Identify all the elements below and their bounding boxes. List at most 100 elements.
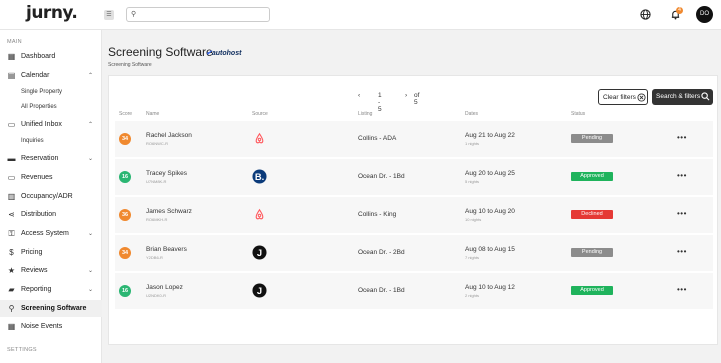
listing-name: Collins - ADA: [358, 135, 397, 142]
revenues-icon: ▭: [7, 173, 16, 182]
guest-name[interactable]: Tracey Spikes: [146, 170, 187, 177]
clear-filters-label: Clear filters: [603, 94, 636, 101]
screening-card: ‹ 1 - 5 › of 5 Clear filters Search & fi…: [108, 75, 718, 345]
guest-name[interactable]: James Schwarz: [146, 208, 192, 215]
sidebar-item-label: Dashboard: [21, 53, 56, 60]
sidebar-subitem-all-properties[interactable]: All Properties: [21, 104, 57, 110]
page-title: Screening Software: [108, 45, 213, 59]
stay-nights: 2 nights: [465, 293, 480, 298]
direct-icon: J: [252, 283, 267, 298]
sidebar-item-unified-inbox[interactable]: ▭ Unified Inbox ⌃: [0, 116, 102, 133]
more-options-icon[interactable]: •••: [677, 171, 687, 180]
sidebar-item-label: Noise Events: [21, 323, 63, 330]
search-icon: ⚲: [8, 304, 15, 313]
stay-dates: Aug 20 to Aug 25: [465, 170, 515, 177]
clear-filters-button[interactable]: Clear filters: [598, 89, 648, 105]
chevron-down-icon: ⌄: [88, 287, 94, 293]
notification-badge: 4: [676, 7, 683, 14]
table-row[interactable]: 16 Jason Lopez U2NDK0-R J Ocean Dr. - 1Bd Aug…: [115, 273, 713, 309]
prev-page-icon[interactable]: ‹: [358, 92, 360, 99]
sidebar-item-reservation[interactable]: ▬ Reservation ⌄: [0, 150, 102, 167]
sidebar-item-label: Occupancy/ADR: [21, 193, 73, 200]
sidebar-item-label: Access System: [21, 230, 69, 237]
more-options-icon[interactable]: •••: [677, 247, 687, 256]
section-label-main: MAIN: [7, 39, 22, 45]
column-header-name: Name: [146, 111, 160, 117]
score-badge: 34: [119, 133, 131, 145]
table-row[interactable]: 34 Brian Beavers Y2DB6-R J Ocean Dr. - 2Bd Au…: [115, 235, 713, 271]
section-label-settings: SETTINGS: [7, 347, 37, 353]
dashboard-icon: ▦: [7, 52, 16, 61]
stay-nights: 1 nights: [465, 141, 480, 146]
reservation-code: RO6NWC-R: [146, 141, 168, 146]
sidebar: MAIN ▦ Dashboard ▤ Calendar ⌃ Single Pro…: [0, 30, 102, 363]
breadcrumb[interactable]: Screening Software: [108, 62, 152, 68]
sidebar-item-access-system[interactable]: ⚿ Access System ⌄: [0, 225, 102, 242]
sidebar-item-screening-software[interactable]: ⚲ Screening Software: [0, 300, 102, 317]
close-circle-icon: [637, 93, 646, 102]
autohost-logo: ✔autohost: [206, 50, 242, 57]
page-total: of 5: [414, 92, 420, 106]
table-row[interactable]: 34 Rachel Jackson RO6NWC-R Collins - ADA Aug…: [115, 121, 713, 157]
star-icon: ★: [7, 266, 16, 275]
next-page-icon[interactable]: ›: [405, 92, 407, 99]
sidebar-item-revenues[interactable]: ▭ Revenues: [0, 169, 102, 186]
status-badge: Pending: [571, 134, 613, 143]
search-filters-button[interactable]: Search & filters: [652, 89, 713, 105]
more-options-icon[interactable]: •••: [677, 285, 687, 294]
score-badge: 16: [119, 285, 131, 297]
status-badge: Pending: [571, 248, 613, 257]
sidebar-item-label: Unified Inbox: [21, 121, 62, 128]
booking-icon: B.: [252, 169, 267, 184]
status-badge: Approved: [571, 172, 613, 181]
chevron-down-icon: ⌄: [88, 268, 94, 274]
table-row[interactable]: 16 Tracey Spikes U7NM8K-R B. Ocean Dr. - 1Bd…: [115, 159, 713, 195]
direct-icon: J: [252, 245, 267, 260]
sidebar-item-noise-events[interactable]: ▦ Noise Events: [0, 318, 102, 335]
sidebar-item-dashboard[interactable]: ▦ Dashboard: [0, 48, 102, 65]
sidebar-item-label: Reporting: [21, 286, 52, 293]
sidebar-item-occupancy[interactable]: ▥ Occupancy/ADR: [0, 188, 102, 205]
chevron-up-icon: ⌃: [88, 73, 94, 79]
sidebar-subitem-single-property[interactable]: Single Property: [21, 89, 62, 95]
listing-name: Ocean Dr. - 1Bd: [358, 173, 405, 180]
guest-name[interactable]: Jason Lopez: [146, 284, 183, 291]
sidebar-toggle-button[interactable]: ☰: [104, 10, 114, 20]
pricing-icon: $: [9, 248, 14, 257]
svg-text:J: J: [257, 248, 262, 258]
search-box[interactable]: ⚲: [126, 7, 270, 22]
table-row[interactable]: 36 James Schwarz RO6MKH-R Collins - King Aug…: [115, 197, 713, 233]
globe-icon[interactable]: [640, 9, 651, 20]
status-badge: Declined: [571, 210, 613, 219]
column-header-dates: Dates: [465, 111, 479, 117]
search-filters-label: Search & filters: [656, 93, 701, 100]
inbox-icon: ▭: [7, 120, 16, 129]
more-options-icon[interactable]: •••: [677, 133, 687, 142]
reservation-code: U7NM8K-R: [146, 179, 167, 184]
reservation-code: Y2DB6-R: [146, 255, 163, 260]
app-logo[interactable]: jurny.: [26, 3, 78, 23]
listing-name: Ocean Dr. - 2Bd: [358, 249, 405, 256]
column-header-score: Score: [119, 111, 133, 117]
page-range: 1 - 5: [378, 92, 382, 113]
score-badge: 36: [119, 209, 131, 221]
sidebar-item-reporting[interactable]: ▰ Reporting ⌄: [0, 281, 102, 298]
more-options-icon[interactable]: •••: [677, 209, 687, 218]
user-avatar[interactable]: DO: [696, 6, 713, 23]
sidebar-item-label: Calendar: [21, 72, 50, 79]
sidebar-subitem-inquiries[interactable]: Inquiries: [21, 138, 44, 144]
guest-name[interactable]: Rachel Jackson: [146, 132, 192, 139]
sidebar-item-distribution[interactable]: ⋖ Distribution: [0, 206, 102, 223]
search-input[interactable]: [141, 9, 265, 20]
sidebar-item-calendar[interactable]: ▤ Calendar ⌃: [0, 67, 102, 84]
sidebar-item-label: Pricing: [21, 249, 43, 256]
sidebar-item-pricing[interactable]: $ Pricing: [0, 244, 102, 261]
stay-dates: Aug 08 to Aug 15: [465, 246, 515, 253]
score-badge: 34: [119, 247, 131, 259]
svg-text:J: J: [257, 286, 262, 296]
sidebar-item-label: Distribution: [21, 211, 57, 218]
guest-name[interactable]: Brian Beavers: [146, 246, 187, 253]
sidebar-item-reviews[interactable]: ★ Reviews ⌄: [0, 262, 102, 279]
reporting-icon: ▰: [8, 285, 15, 294]
svg-text:B.: B.: [255, 172, 264, 182]
